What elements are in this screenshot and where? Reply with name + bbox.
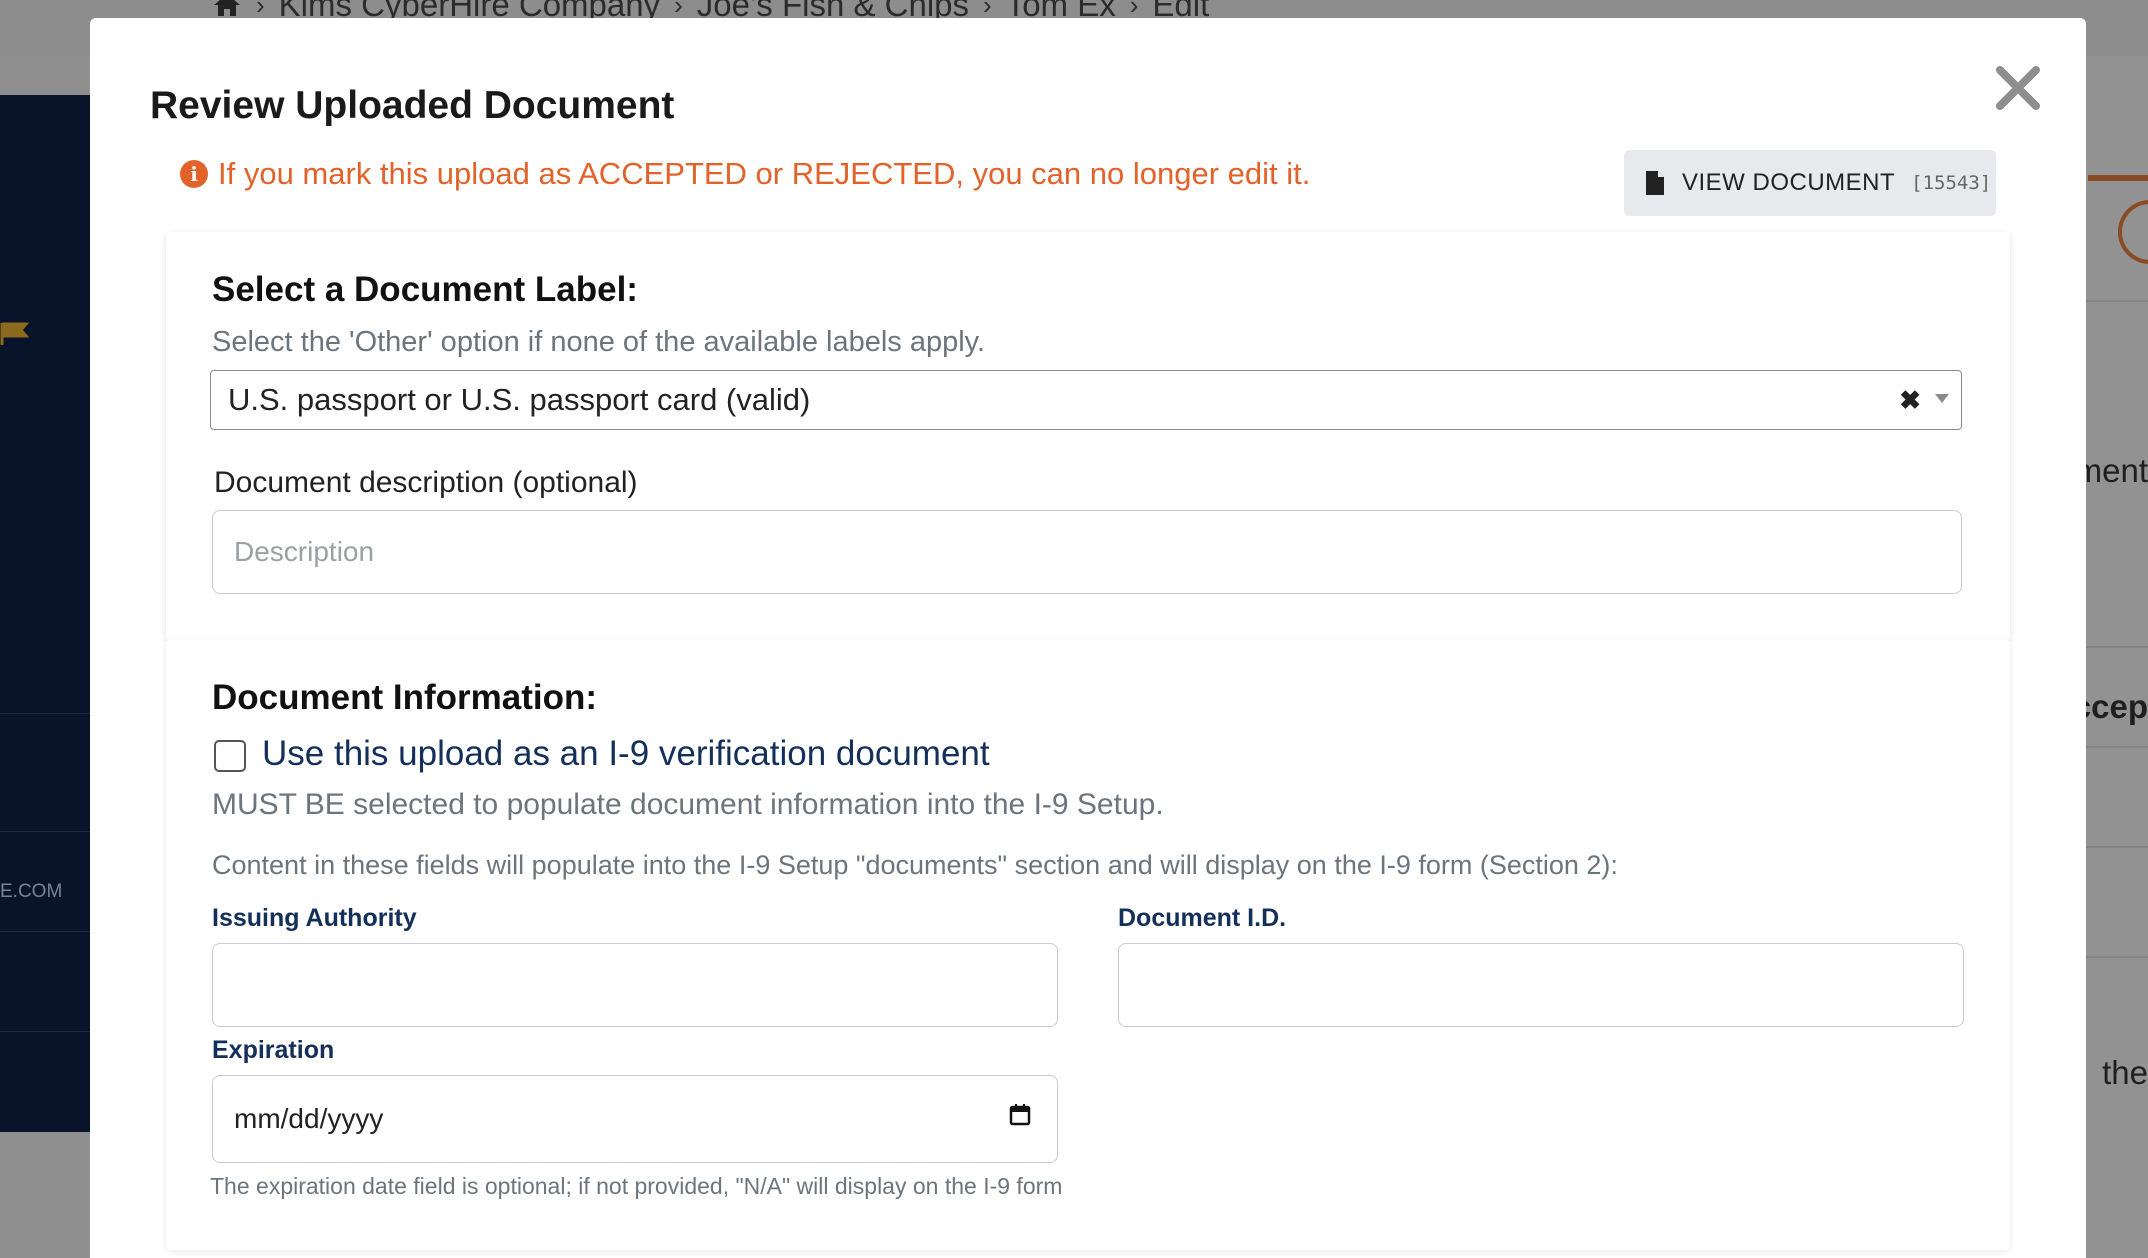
label-help-text: Select the 'Other' option if none of the… xyxy=(212,326,986,358)
modal-title: Review Uploaded Document xyxy=(150,84,675,127)
expiration-date-input[interactable]: mm/dd/yyyy xyxy=(212,1075,1058,1163)
i9-verification-label[interactable]: Use this upload as an I-9 verification d… xyxy=(262,734,990,774)
expiration-help-text: The expiration date field is optional; i… xyxy=(210,1173,1063,1199)
divider xyxy=(0,831,92,832)
i9-verification-checkbox[interactable] xyxy=(214,740,246,772)
document-id-label: Document I.D. xyxy=(1118,904,1287,932)
document-number: [15543] xyxy=(1911,172,1992,194)
calendar-icon[interactable] xyxy=(1009,1104,1031,1126)
description-input[interactable]: Description xyxy=(212,510,1962,594)
divider xyxy=(0,713,92,714)
divider xyxy=(0,931,92,932)
review-document-modal: Review Uploaded Document i If you mark t… xyxy=(90,18,2086,1258)
sidebar-text: E.COM xyxy=(0,881,63,902)
document-label-select[interactable]: U.S. passport or U.S. passport card (val… xyxy=(210,370,1962,430)
flag-icon xyxy=(0,322,30,345)
document-icon xyxy=(1646,171,1664,195)
description-label: Document description (optional) xyxy=(214,466,638,499)
divider xyxy=(2085,956,2148,958)
expiration-placeholder: mm/dd/yyyy xyxy=(234,1103,384,1134)
divider xyxy=(2085,646,2148,648)
caret-down-icon[interactable] xyxy=(1935,394,1949,403)
divider xyxy=(0,1031,92,1032)
document-information-card: Document Information: Use this upload as… xyxy=(166,640,2010,1250)
close-icon[interactable] xyxy=(1990,60,2046,116)
sidebar: E.COM xyxy=(0,95,92,1132)
content-note: Content in these fields will populate in… xyxy=(212,850,1618,880)
expiration-label: Expiration xyxy=(212,1036,335,1064)
background-text: the xyxy=(2102,1054,2148,1091)
divider xyxy=(2085,746,2148,748)
description-placeholder: Description xyxy=(234,536,375,567)
issuing-authority-input[interactable] xyxy=(212,943,1058,1027)
section-heading: Document Information: xyxy=(212,678,597,717)
view-document-label: VIEW DOCUMENT xyxy=(1682,169,1896,196)
home-icon xyxy=(214,0,240,16)
document-label-card: Select a Document Label: Select the 'Oth… xyxy=(166,232,2010,640)
warning-message: i If you mark this upload as ACCEPTED or… xyxy=(180,156,1310,192)
divider xyxy=(2085,846,2148,848)
must-note: MUST BE selected to populate document in… xyxy=(212,788,1164,821)
divider xyxy=(2085,300,2148,302)
section-heading: Select a Document Label: xyxy=(212,270,638,309)
view-document-button[interactable]: VIEW DOCUMENT [15543] xyxy=(1624,150,1996,216)
info-icon: i xyxy=(180,160,208,188)
selected-label-value: U.S. passport or U.S. passport card (val… xyxy=(228,382,811,417)
clear-icon[interactable]: ✖ xyxy=(1899,385,1921,416)
background-accent-bar xyxy=(2088,175,2148,181)
issuing-authority-label: Issuing Authority xyxy=(212,904,417,932)
warning-text: If you mark this upload as ACCEPTED or R… xyxy=(218,156,1311,191)
document-id-input[interactable] xyxy=(1118,943,1964,1027)
